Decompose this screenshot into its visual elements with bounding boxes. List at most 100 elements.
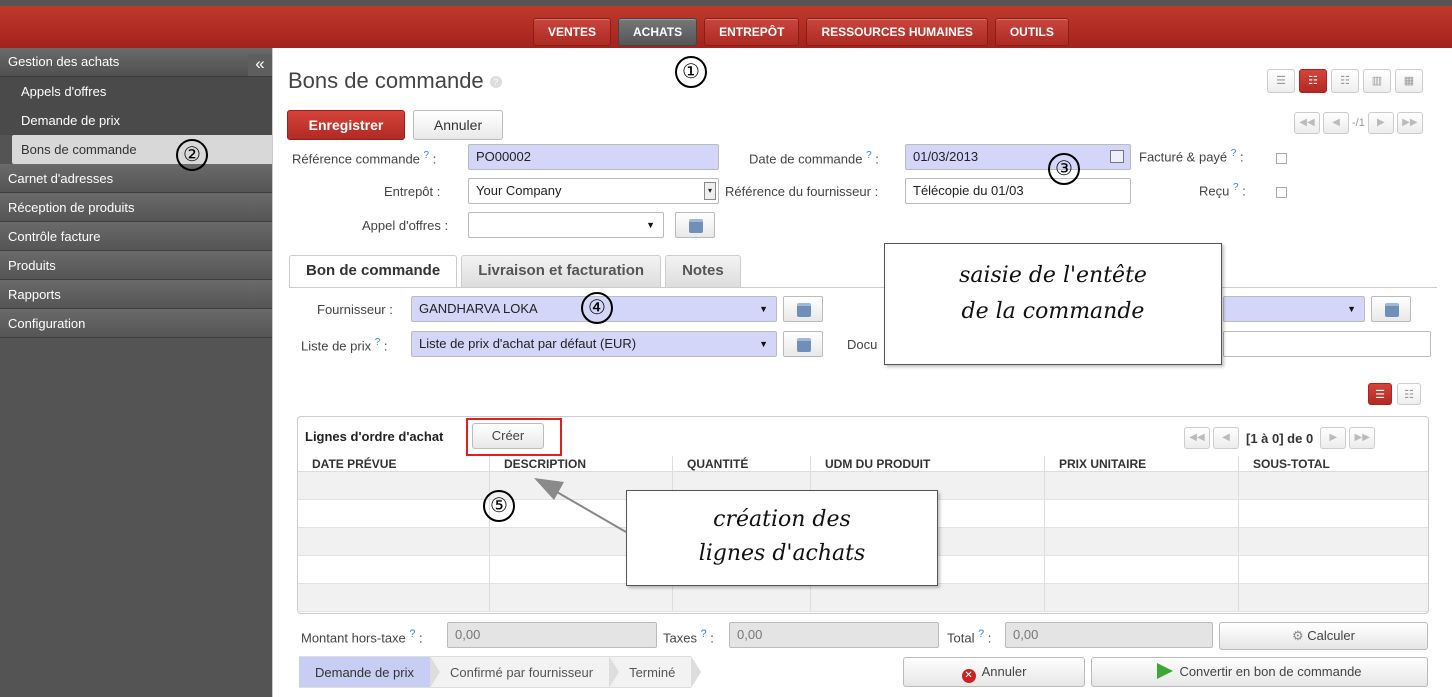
calendar-view-icon[interactable]: ▦ [1395, 69, 1423, 93]
view-switcher: ☰ ☷ ☷ ▥ ▦ [1267, 69, 1423, 93]
tab-notes[interactable]: Notes [665, 255, 741, 287]
hidden-right-select[interactable]: ▼ [1223, 296, 1365, 322]
tab-bon-commande[interactable]: Bon de commande [289, 255, 458, 288]
warehouse-select[interactable]: Your Company ▾ [468, 178, 719, 204]
sidebar-item-controle-facture[interactable]: Contrôle facture [0, 222, 272, 251]
sidebar-header[interactable]: Gestion des achats « [0, 48, 272, 77]
source-document-label: Docu [847, 337, 878, 352]
sidebar-item-bons-commande[interactable]: Bons de commande [12, 135, 272, 164]
ref-label: Référence commande ? : [292, 150, 437, 167]
source-document-field[interactable] [1223, 331, 1431, 357]
convert-order-button[interactable]: Convertir en bon de commande [1091, 657, 1428, 687]
help-icon[interactable]: ? [489, 76, 502, 89]
next-page-icon[interactable]: ▶ [1320, 427, 1347, 449]
pricelist-select[interactable]: Liste de prix d'achat par défaut (EUR) ▼ [411, 331, 777, 357]
col-subtotal[interactable]: SOUS-TOTAL [1239, 456, 1427, 471]
order-lines-title: Lignes d'ordre d'achat [305, 429, 444, 444]
dropdown-icon[interactable]: ▾ [704, 182, 716, 200]
sidebar-item-produits[interactable]: Produits [0, 251, 272, 280]
annotation-3: ③ [1048, 153, 1080, 185]
record-pager: ◀◀ ◀ -/1 ▶ ▶▶ [1294, 112, 1423, 134]
supplier-reference-field[interactable]: Télécopie du 01/03 [905, 178, 1131, 204]
warehouse-label: Entrepôt : [384, 184, 441, 199]
supplier-label: Fournisseur : [317, 302, 393, 317]
dropdown-icon[interactable]: ▼ [646, 213, 655, 237]
sidebar-item-reception-produits[interactable]: Réception de produits [0, 193, 272, 222]
dropdown-icon[interactable]: ▼ [759, 332, 768, 356]
invoiced-label: Facturé & payé ? : [1139, 148, 1244, 165]
grid-mode-icon[interactable]: ☷ [1397, 383, 1421, 405]
tab-livraison-facturation[interactable]: Livraison et facturation [461, 255, 662, 287]
col-description[interactable]: DESCRIPTION [490, 456, 673, 471]
sidebar-item-configuration[interactable]: Configuration [0, 309, 272, 338]
order-date-field[interactable]: 01/03/2013 [905, 144, 1131, 170]
last-record-icon[interactable]: ▶▶ [1396, 112, 1423, 134]
invoiced-checkbox[interactable] [1276, 153, 1287, 164]
col-unit-price[interactable]: PRIX UNITAIRE [1045, 456, 1239, 471]
supplier-ref-label: Référence du fournisseur : [725, 184, 879, 199]
menu-entrepot[interactable]: ENTREPÔT [704, 18, 800, 46]
sidebar-item-rapports[interactable]: Rapports [0, 280, 272, 309]
cancel-button[interactable]: Annuler [413, 110, 503, 140]
top-bar: VENTES ACHATS ENTREPÔT RESSOURCES HUMAIN… [0, 0, 1452, 48]
reference-field[interactable]: PO00002 [468, 144, 719, 170]
annotation-5: ⑤ [483, 490, 515, 522]
note-lines-creation: création des lignes d'achats [626, 490, 938, 586]
list-mode-icon[interactable]: ☰ [1368, 383, 1392, 405]
tab-divider [289, 287, 1437, 288]
note-header-entry: saisie de l'entête de la commande [884, 243, 1222, 365]
sidebar: Gestion des achats « Appels d'offres Dem… [0, 48, 272, 697]
dropdown-icon[interactable]: ▼ [759, 297, 768, 321]
kanban-view-icon[interactable]: ☷ [1331, 69, 1359, 93]
first-record-icon[interactable]: ◀◀ [1294, 112, 1320, 134]
calendar-icon[interactable] [1110, 150, 1124, 163]
form-view-icon[interactable]: ☷ [1299, 69, 1327, 93]
top-menu: VENTES ACHATS ENTREPÔT RESSOURCES HUMAIN… [533, 18, 1069, 46]
col-uom[interactable]: UDM DU PRODUIT [811, 456, 1045, 471]
save-button[interactable]: Enregistrer [287, 110, 405, 140]
sidebar-item-demande-prix[interactable]: Demande de prix [0, 106, 272, 135]
calculate-button[interactable]: ⚙ Calculer [1219, 622, 1428, 650]
status-termine: Terminé [609, 656, 702, 688]
list-view-icon[interactable]: ☰ [1267, 69, 1295, 93]
menu-outils[interactable]: OUTILS [994, 18, 1069, 46]
table-row [298, 584, 1428, 612]
next-record-icon[interactable]: ▶ [1367, 112, 1394, 134]
sidebar-item-appels-offres[interactable]: Appels d'offres [0, 77, 272, 106]
status-demande-prix: Demande de prix [299, 656, 440, 688]
cancel-icon: ✕ [961, 669, 976, 683]
cancel-order-button[interactable]: ✕ Annuler [903, 657, 1085, 687]
tax-amount: 0,00 [729, 622, 939, 648]
supplier-open-button[interactable] [783, 296, 823, 322]
table-header: DATE PRÉVUE DESCRIPTION QUANTITÉ UDM DU … [298, 456, 1428, 472]
untaxed-amount: 0,00 [447, 622, 657, 648]
right-open-button[interactable] [1371, 296, 1411, 322]
main-content: Bons de commande ? ☰ ☷ ☷ ▥ ▦ Enregistrer… [272, 48, 1452, 697]
status-bar: Demande de prix Confirmé par fournisseur… [299, 656, 702, 688]
collapse-icon[interactable]: « [248, 54, 272, 76]
sidebar-item-carnet-adresses[interactable]: Carnet d'adresses [0, 164, 272, 193]
col-quantity[interactable]: QUANTITÉ [673, 456, 811, 471]
previous-page-icon[interactable]: ◀ [1213, 427, 1239, 449]
col-date[interactable]: DATE PRÉVUE [298, 456, 490, 471]
total-amount: 0,00 [1005, 622, 1213, 648]
menu-achats[interactable]: ACHATS [618, 18, 698, 46]
received-checkbox[interactable] [1276, 187, 1287, 198]
annotation-2: ② [176, 139, 208, 171]
first-page-icon[interactable]: ◀◀ [1184, 427, 1210, 449]
annotation-arrow [534, 478, 627, 533]
menu-ressources-humaines[interactable]: RESSOURCES HUMAINES [806, 18, 988, 46]
page-title: Bons de commande ? [288, 68, 502, 94]
tender-select[interactable]: ▼ [468, 212, 664, 238]
page-title-text: Bons de commande [288, 68, 484, 93]
dropdown-icon[interactable]: ▼ [1347, 297, 1356, 321]
previous-record-icon[interactable]: ◀ [1323, 112, 1349, 134]
pricelist-label: Liste de prix ? : [301, 337, 388, 354]
record-counter: -/1 [1352, 117, 1365, 129]
menu-ventes[interactable]: VENTES [533, 18, 612, 46]
pricelist-open-button[interactable] [783, 331, 823, 357]
graph-view-icon[interactable]: ▥ [1363, 69, 1391, 93]
tender-open-button[interactable] [675, 212, 715, 238]
untaxed-label: Montant hors-taxe ? : [301, 628, 423, 646]
last-page-icon[interactable]: ▶▶ [1349, 427, 1376, 449]
